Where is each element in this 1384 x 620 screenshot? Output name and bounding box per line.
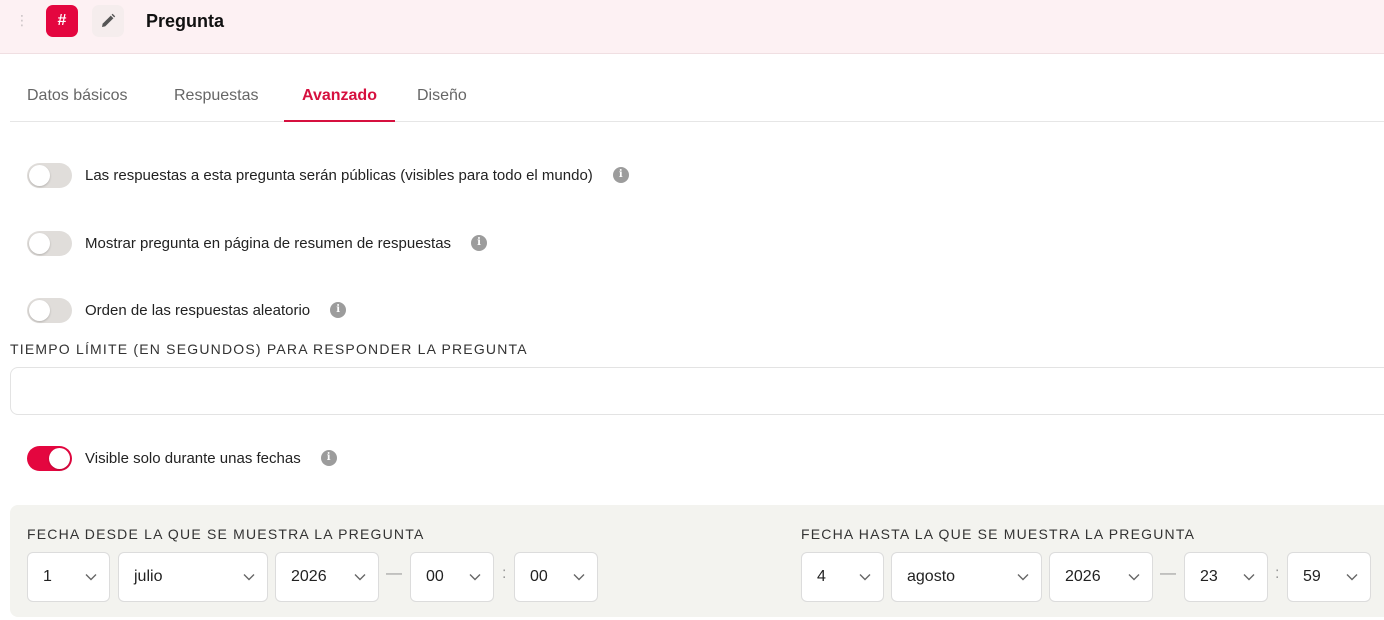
from-day-value: 1 <box>43 568 52 585</box>
tab-bar: Datos básicos Respuestas Avanzado Diseño <box>10 72 1384 122</box>
random-order-toggle[interactable] <box>27 297 72 323</box>
chevron-down-icon <box>573 574 585 581</box>
tab-diseno[interactable]: Diseño <box>417 72 467 122</box>
from-minute-value: 00 <box>530 568 548 585</box>
chevron-down-icon <box>469 574 481 581</box>
info-icon[interactable]: i <box>612 167 629 183</box>
info-icon[interactable]: i <box>320 450 337 466</box>
to-hour-value: 23 <box>1200 568 1218 585</box>
page-title: Pregunta <box>146 11 225 31</box>
pencil-icon <box>102 13 116 27</box>
chevron-down-icon <box>354 574 366 581</box>
summary-page-row: Mostrar pregunta en página de resumen de… <box>27 230 488 256</box>
edit-button[interactable] <box>92 5 124 37</box>
drag-handle-icon[interactable]: ⋮ <box>15 12 29 28</box>
chevron-down-icon <box>859 574 871 581</box>
public-answers-label: Las respuestas a esta pregunta serán púb… <box>85 166 593 184</box>
visible-dates-label: Visible solo durante unas fechas <box>85 449 301 467</box>
from-day-select[interactable]: 1 <box>27 552 110 602</box>
public-answers-toggle[interactable] <box>27 162 72 188</box>
to-day-select[interactable]: 4 <box>801 552 884 602</box>
random-order-label: Orden de las respuestas aleatorio <box>85 301 311 319</box>
date-time-separator: — <box>1160 565 1176 582</box>
from-minute-select[interactable]: 00 <box>514 552 598 602</box>
time-limit-label: TIEMPO LÍMITE (EN SEGUNDOS) PARA RESPOND… <box>10 341 528 357</box>
time-limit-input[interactable] <box>10 367 1384 415</box>
info-icon[interactable]: i <box>471 235 488 251</box>
to-year-value: 2026 <box>1065 568 1101 585</box>
tab-avanzado[interactable]: Avanzado <box>284 72 395 122</box>
to-year-select[interactable]: 2026 <box>1049 552 1153 602</box>
date-to-label: FECHA HASTA LA QUE SE MUESTRA LA PREGUNT… <box>801 526 1196 542</box>
public-answers-row: Las respuestas a esta pregunta serán púb… <box>27 162 629 188</box>
to-day-value: 4 <box>817 568 826 585</box>
from-year-value: 2026 <box>291 568 327 585</box>
to-minute-select[interactable]: 59 <box>1287 552 1371 602</box>
info-icon[interactable]: i <box>330 302 347 318</box>
question-header: ⋮ # Pregunta <box>0 0 1384 54</box>
visible-dates-toggle[interactable] <box>27 445 72 471</box>
hash-icon: # <box>46 5 78 37</box>
from-year-select[interactable]: 2026 <box>275 552 379 602</box>
chevron-down-icon <box>1128 574 1140 581</box>
summary-page-label: Mostrar pregunta en página de resumen de… <box>85 234 452 252</box>
hour-minute-separator: : <box>1275 565 1280 582</box>
to-minute-value: 59 <box>1303 568 1321 585</box>
tab-respuestas[interactable]: Respuestas <box>174 72 259 122</box>
to-month-select[interactable]: agosto <box>891 552 1042 602</box>
date-from-label: FECHA DESDE LA QUE SE MUESTRA LA PREGUNT… <box>27 526 425 542</box>
random-order-row: Orden de las respuestas aleatorio i <box>27 297 347 323</box>
from-month-select[interactable]: julio <box>118 552 268 602</box>
chevron-down-icon <box>1346 574 1358 581</box>
hour-minute-separator: : <box>502 565 507 582</box>
from-hour-value: 00 <box>426 568 444 585</box>
to-hour-select[interactable]: 23 <box>1184 552 1268 602</box>
visible-dates-row: Visible solo durante unas fechas i <box>27 445 337 471</box>
from-hour-select[interactable]: 00 <box>410 552 494 602</box>
chevron-down-icon <box>1017 574 1029 581</box>
chevron-down-icon <box>85 574 97 581</box>
summary-page-toggle[interactable] <box>27 230 72 256</box>
chevron-down-icon <box>1243 574 1255 581</box>
tab-datos-basicos[interactable]: Datos básicos <box>27 72 128 122</box>
chevron-down-icon <box>243 574 255 581</box>
to-month-value: agosto <box>907 568 956 585</box>
from-month-value: julio <box>134 568 163 585</box>
date-time-separator: — <box>386 565 402 582</box>
